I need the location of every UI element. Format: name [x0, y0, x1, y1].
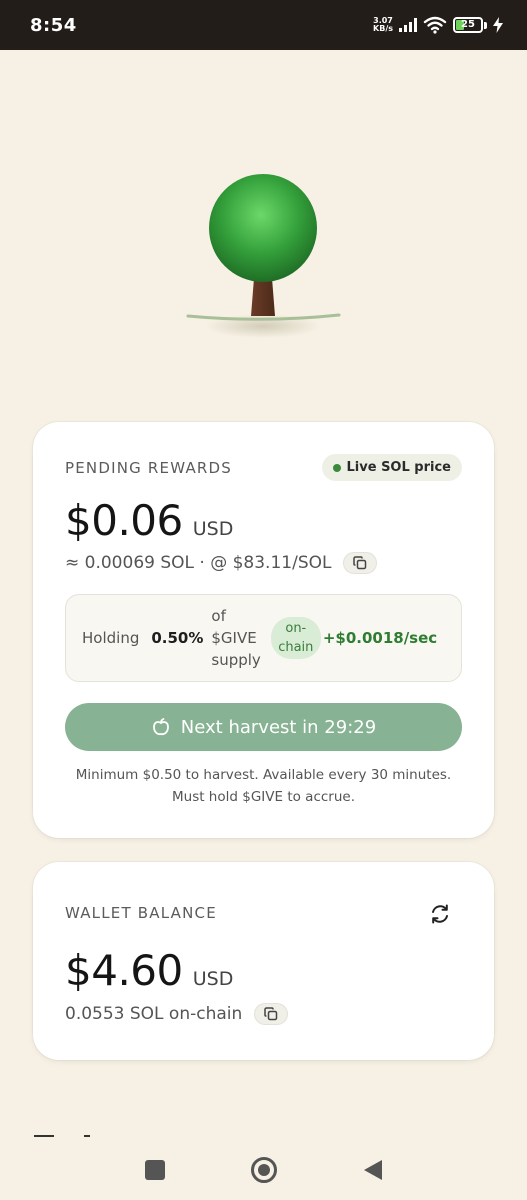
- footnote-line-2: Must hold $GIVE to accrue.: [171, 789, 355, 805]
- battery-level: 25: [461, 19, 475, 30]
- copy-icon: [264, 1007, 278, 1021]
- copy-sol-button[interactable]: [343, 552, 378, 574]
- status-bar: 8:54 3.07 KB/s 25: [0, 0, 527, 50]
- copy-icon: [353, 556, 367, 570]
- wallet-balance-card: WALLET BALANCE $4.60 USD 0.0553 SOL on-c…: [33, 862, 494, 1060]
- signal-icon: [399, 18, 417, 32]
- supply-line-1: of: [211, 607, 226, 625]
- wallet-balance-label: WALLET BALANCE: [65, 904, 217, 922]
- back-button[interactable]: [363, 1159, 383, 1181]
- network-speed-unit: KB/s: [373, 24, 393, 33]
- pending-rewards-label: PENDING REWARDS: [65, 459, 232, 477]
- onchain-line-1: on-: [285, 621, 307, 636]
- pending-amount-value: $0.06: [65, 496, 183, 545]
- status-icons: 3.07 KB/s 25: [373, 16, 503, 34]
- supply-label: of $GIVE supply: [211, 605, 260, 671]
- recent-apps-button[interactable]: [144, 1160, 165, 1180]
- pending-amount: $0.06 USD: [65, 496, 233, 545]
- wallet-amount-value: $4.60: [65, 946, 183, 995]
- supply-line-3: supply: [211, 651, 261, 669]
- refresh-button[interactable]: [428, 902, 452, 926]
- holding-label: Holding: [82, 629, 140, 647]
- live-price-label: Live SOL price: [346, 460, 451, 475]
- accrual-rate: +$0.0018/sec: [322, 629, 438, 647]
- refresh-icon: [432, 904, 448, 924]
- apple-icon: [152, 718, 169, 736]
- pending-sol-text: ≈ 0.00069 SOL · @ $83.11/SOL: [65, 553, 332, 573]
- system-nav-bar: [0, 1140, 527, 1200]
- footnote-line-1: Minimum $0.50 to harvest. Available ever…: [75, 767, 452, 783]
- battery-icon: 25: [453, 17, 487, 34]
- pending-rewards-card: PENDING REWARDS Live SOL price $0.06 USD…: [33, 422, 494, 838]
- next-harvest-label: Next harvest in 29:29: [180, 716, 377, 738]
- onchain-badge: on- chain: [270, 617, 321, 659]
- home-icon: [257, 1164, 270, 1176]
- holding-percent: 0.50%: [151, 629, 204, 647]
- network-speed: 3.07 KB/s: [373, 17, 393, 33]
- live-dot-icon: [332, 463, 341, 472]
- onchain-line-2: chain: [278, 640, 314, 655]
- pending-amount-currency: USD: [192, 518, 234, 540]
- wallet-sol-line: 0.0553 SOL on-chain: [65, 1003, 289, 1025]
- wallet-amount: $4.60 USD: [65, 946, 233, 995]
- home-button[interactable]: [250, 1157, 277, 1183]
- supply-line-2: $GIVE: [211, 629, 257, 647]
- status-time: 8:54: [30, 14, 77, 36]
- wifi-icon: [423, 16, 447, 34]
- wallet-sol-text: 0.0553 SOL on-chain: [65, 1004, 243, 1024]
- pending-sol-line: ≈ 0.00069 SOL · @ $83.11/SOL: [65, 552, 378, 574]
- harvest-footnote: Minimum $0.50 to harvest. Available ever…: [33, 764, 494, 808]
- cut-off-content: [34, 1135, 90, 1137]
- holding-info-box: Holding 0.50% of $GIVE supply on- chain …: [65, 594, 462, 682]
- tree-icon: [186, 174, 341, 338]
- charging-icon: [493, 17, 503, 33]
- live-price-badge: Live SOL price: [321, 454, 462, 481]
- wallet-amount-currency: USD: [192, 968, 234, 990]
- tree-illustration: [0, 160, 527, 360]
- copy-wallet-sol-button[interactable]: [254, 1003, 289, 1025]
- next-harvest-button[interactable]: Next harvest in 29:29: [65, 703, 462, 751]
